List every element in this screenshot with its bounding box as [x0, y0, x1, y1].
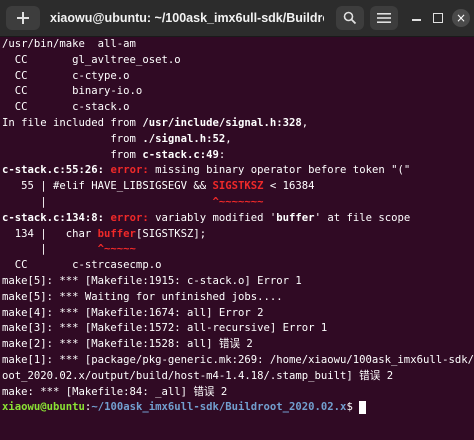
output-line: make[3]: *** [Makefile:1572: all-recursi…: [2, 322, 328, 335]
output-line: CC c-stack.o: [2, 101, 130, 114]
source-line: 55 | #elif HAVE_LIBSIGSEGV && SIGSTKSZ <…: [2, 179, 474, 195]
error-message: missing binary operator before token "(": [155, 164, 411, 177]
prompt-path: ~/100ask_imx6ull-sdk/Buildroot_2020.02.x: [91, 401, 347, 414]
plus-icon: [17, 12, 29, 24]
terminal-window: xiaowu@ubuntu: ~/100ask_imx6ull-sdk/Buil…: [0, 0, 474, 440]
close-button[interactable]: ×: [452, 9, 470, 27]
error-label: error:: [110, 211, 156, 224]
shell-prompt[interactable]: xiaowu@ubuntu:~/100ask_imx6ull-sdk/Build…: [2, 400, 474, 416]
window-title: xiaowu@ubuntu: ~/100ask_imx6ull-sdk/Buil…: [50, 11, 324, 25]
text-cursor: [359, 400, 367, 414]
menu-button[interactable]: [370, 6, 398, 30]
caret-line: | ^~~~~~~~: [2, 195, 474, 211]
output-line: CC c-strcasecmp.o: [2, 259, 162, 272]
error-line: c-stack.c:134:8: error: variably modifie…: [2, 211, 474, 227]
minimize-icon: [411, 18, 421, 21]
title-bar: xiaowu@ubuntu: ~/100ask_imx6ull-sdk/Buil…: [0, 0, 474, 37]
maximize-button[interactable]: [430, 10, 446, 26]
output-text: from: [2, 148, 143, 161]
output-line: CC binary-io.o: [2, 85, 143, 98]
output-line: make[5]: *** [Makefile:1915: c-stack.o] …: [2, 274, 302, 287]
output-line: make[2]: *** [Makefile:1528: all] 错误 2: [2, 338, 253, 351]
output-line: oot_2020.02.x/output/build/host-m4-1.4.1…: [2, 369, 394, 382]
prompt-symbol: $: [346, 401, 360, 414]
output-text: :: [218, 148, 226, 161]
caret-marker: ^~~~~~~~: [212, 195, 264, 208]
output-line: make[5]: *** Waiting for unfinished jobs…: [2, 290, 283, 303]
error-location: c-stack.c:134:8:: [2, 211, 111, 224]
output-line: In file included from /usr/include/signa…: [2, 116, 474, 132]
gutter: |: [2, 195, 213, 208]
search-icon: [343, 11, 357, 25]
caret-line: | ^~~~~~: [2, 242, 474, 258]
error-label: error:: [110, 164, 156, 177]
source-line: 134 | char buffer[SIGSTKSZ];: [2, 227, 474, 243]
source-code: 134 | char: [2, 227, 98, 240]
maximize-icon: [433, 13, 443, 23]
output-line: CC c-ctype.o: [2, 69, 130, 82]
error-location: c-stack.c:55:26:: [2, 164, 111, 177]
file-path: c-stack.c:49: [142, 148, 219, 161]
highlighted-identifier: buffer: [276, 211, 315, 224]
source-code: 55 | #elif HAVE_LIBSIGSEGV &&: [2, 180, 213, 193]
source-code: < 16384: [263, 180, 315, 193]
output-line: from ./signal.h:52,: [2, 132, 474, 148]
gutter: |: [2, 243, 98, 256]
source-code: [SIGSTKSZ];: [135, 227, 207, 240]
output-text: In file included from: [2, 116, 143, 129]
search-button[interactable]: [336, 6, 364, 30]
new-tab-button[interactable]: [6, 6, 40, 30]
output-line: make[1]: *** [package/pkg-generic.mk:269…: [2, 353, 474, 366]
output-line: make: *** [Makefile:84: _all] 错误 2: [2, 385, 228, 398]
caret-marker: ^~~~~~: [97, 243, 136, 256]
output-text: from: [2, 132, 143, 145]
terminal-output[interactable]: /usr/bin/make all-am CC gl_avltree_oset.…: [0, 37, 474, 440]
prompt-user-host: xiaowu@ubuntu: [2, 401, 85, 414]
output-text: ,: [225, 132, 232, 145]
error-message: variably modified ': [155, 211, 277, 224]
file-path: ./signal.h:52: [142, 132, 226, 145]
highlighted-token: SIGSTKSZ: [212, 180, 264, 193]
close-icon: ×: [455, 11, 467, 25]
output-line: make[4]: *** [Makefile:1674: all] Error …: [2, 306, 264, 319]
output-line: CC gl_avltree_oset.o: [2, 53, 181, 66]
hamburger-menu-icon: [377, 13, 391, 23]
minimize-button[interactable]: [408, 10, 424, 26]
output-line: from c-stack.c:49:: [2, 148, 474, 164]
error-message: ' at file scope: [314, 211, 411, 224]
error-line: c-stack.c:55:26: error: missing binary o…: [2, 163, 474, 179]
output-line: /usr/bin/make all-am: [2, 38, 136, 50]
file-path: /usr/include/signal.h:328: [142, 116, 302, 129]
output-text: ,: [301, 116, 309, 129]
highlighted-token: buffer: [97, 227, 136, 240]
